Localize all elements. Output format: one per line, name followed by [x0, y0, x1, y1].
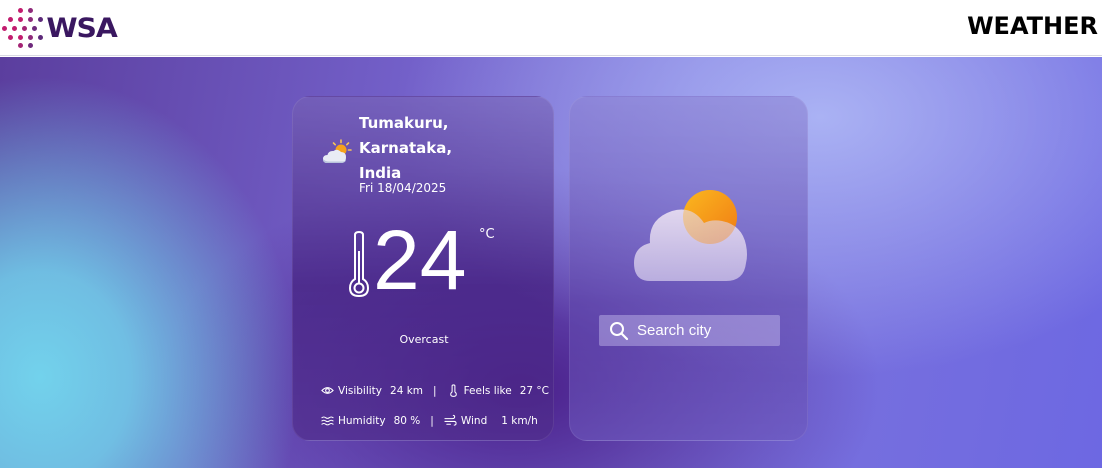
- feels-like-value: 27 °C: [519, 384, 549, 397]
- temperature-unit: °C: [479, 227, 495, 242]
- weather-condition: Overcast: [399, 333, 449, 346]
- humidity-icon: [321, 416, 334, 426]
- eye-icon: [321, 387, 334, 394]
- location-state: Karnataka,: [359, 139, 453, 157]
- wind-value: 1 km/h: [501, 414, 538, 427]
- humidity-value: 80 %: [393, 414, 421, 427]
- location-name: Tumakuru, Karnataka, India: [359, 111, 529, 186]
- weather-background: Tumakuru, Karnataka, India Fri 18/04/202…: [0, 57, 1102, 468]
- thermometer-icon: [349, 231, 369, 297]
- stats-separator: |: [433, 384, 437, 397]
- search-input[interactable]: [637, 322, 777, 339]
- partly-cloudy-icon: [323, 139, 352, 163]
- top-bar: WSA WEATHER: [0, 0, 1102, 56]
- partly-cloudy-large-icon: [634, 190, 747, 281]
- wind-label: Wind: [460, 414, 488, 427]
- search-icon: [610, 321, 629, 340]
- current-weather-card: Tumakuru, Karnataka, India Fri 18/04/202…: [292, 96, 554, 441]
- page-title: WEATHER: [967, 12, 1098, 40]
- thermometer-small-icon: [449, 384, 457, 397]
- temperature-value: 24: [373, 213, 467, 307]
- current-date: Fri 18/04/2025: [359, 181, 447, 195]
- stats-row-visibility-feels: Visibility 24 km | Feels like 27 °C: [321, 384, 549, 397]
- logo[interactable]: WSA: [2, 8, 118, 48]
- logo-text: WSA: [46, 12, 118, 44]
- logo-dots-icon: [2, 8, 44, 48]
- location-city: Tumakuru,: [359, 114, 449, 132]
- feels-like-label: Feels like: [463, 384, 512, 397]
- humidity-label: Humidity: [338, 414, 386, 427]
- stats-row-humidity-wind: Humidity 80 % | Wind 1 km/h: [321, 414, 538, 427]
- visibility-label: Visibility: [338, 384, 383, 397]
- wind-icon: [444, 414, 457, 426]
- search-bar[interactable]: [599, 315, 780, 346]
- stats-separator: |: [430, 414, 434, 427]
- search-card: [569, 96, 808, 441]
- visibility-value: 24 km: [390, 384, 424, 397]
